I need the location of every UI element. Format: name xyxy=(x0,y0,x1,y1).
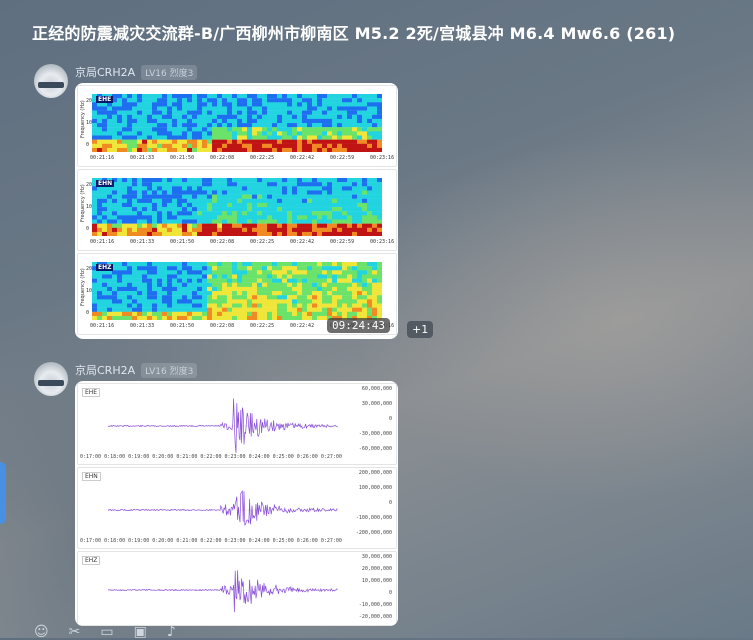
x-tick-label: 00:22:59 xyxy=(330,239,355,245)
seismic-waveform xyxy=(108,398,338,453)
y-tick-label: 60,000,000 xyxy=(361,386,392,392)
y-tick-label: -200,000,000 xyxy=(355,530,392,536)
channel-label: EHZ xyxy=(82,556,101,565)
y-tick-label: 0 xyxy=(388,500,392,506)
spectrogram-panel-ehn: EHN Frequency (Hz) 20 10 0 00:21:16 00:21:33 00… xyxy=(77,169,397,251)
x-tick-label: 00:22:25 xyxy=(250,155,275,161)
x-tick-label: 00:21:16 xyxy=(90,323,115,329)
spectrogram-panel-ehe: EHE Frequency (Hz) 20 10 0 00:21:16 00:21:33 00… xyxy=(77,85,397,167)
y-tick-label: 200,000,000 xyxy=(358,470,392,476)
x-tick-labels: 0:17:00 0:18:00 0:19:00 0:20:00 0:21:00 … xyxy=(80,538,342,544)
sender-name: 京局CRH2A LV16 烈度3 xyxy=(75,64,198,80)
y-tick-label: 30,000,000 xyxy=(361,401,392,407)
y-tick-label: 20,000,000 xyxy=(361,566,392,572)
x-tick-label: 00:22:25 xyxy=(250,239,275,245)
x-tick-label: 00:22:08 xyxy=(210,239,235,245)
y-tick-label: 20 xyxy=(86,266,93,272)
message-timestamp: 09:24:43 xyxy=(327,318,390,333)
sender-name: 京局CRH2A LV16 烈度3 xyxy=(75,362,198,378)
x-tick-label: 00:22:42 xyxy=(290,155,315,161)
spectrogram-heatmap xyxy=(92,94,382,152)
chat-header: 正经的防震减灾交流群-B/广西柳州市柳南区 M5.2 2死/宫城县冲 M6.4 … xyxy=(0,0,753,60)
y-tick-label: 30,000,000 xyxy=(361,554,392,560)
x-tick-label: 00:22:42 xyxy=(290,323,315,329)
x-tick-label: 00:22:59 xyxy=(330,155,355,161)
seismic-waveform xyxy=(108,490,338,526)
x-tick-label: 00:23:16 xyxy=(370,155,395,161)
spectrogram-image[interactable]: EHE Frequency (Hz) 20 10 0 00:21:16 00:21:33 00… xyxy=(75,83,398,339)
y-tick-label: 0 xyxy=(388,590,392,596)
channel-label: EHN xyxy=(82,472,101,481)
spectrogram-heatmap xyxy=(92,178,382,236)
x-tick-label: 00:21:16 xyxy=(90,239,115,245)
seismic-waveform xyxy=(108,570,338,613)
channel-label: EHN xyxy=(96,180,115,187)
x-tick-label: 00:21:50 xyxy=(170,239,195,245)
avatar[interactable] xyxy=(34,362,68,396)
x-tick-label: 00:22:08 xyxy=(210,323,235,329)
y-tick-label: 100,000,000 xyxy=(358,485,392,491)
waveform-panel-ehz: EHZ 30,000,000 20,000,000 10,000,000 0 -10,00… xyxy=(77,551,397,626)
x-tick-label: 00:21:16 xyxy=(90,155,115,161)
x-tick-label: 00:22:42 xyxy=(290,239,315,245)
x-tick-label: 00:21:33 xyxy=(130,155,155,161)
y-tick-label: 10 xyxy=(86,120,93,126)
y-tick-label: 10 xyxy=(86,204,93,210)
sender-label[interactable]: 京局CRH2A xyxy=(75,364,135,377)
window-edge-accent xyxy=(0,462,6,524)
y-tick-label: 10,000,000 xyxy=(361,578,392,584)
channel-label: EHE xyxy=(82,388,101,397)
x-tick-label: 00:22:25 xyxy=(250,323,275,329)
y-tick-label: 10 xyxy=(86,288,93,294)
waveform-panel-ehe: EHE 60,000,000 30,000,000 0 -30,000,000 -60,0… xyxy=(77,383,397,465)
x-tick-label: 00:22:08 xyxy=(210,155,235,161)
chat-title: 正经的防震减灾交流群-B/广西柳州市柳南区 M5.2 2死/宫城县冲 M6.4 … xyxy=(32,24,676,43)
y-tick-label: 0 xyxy=(86,226,90,232)
avatar[interactable] xyxy=(34,64,68,98)
y-tick-label: -30,000,000 xyxy=(358,431,392,437)
waveform-panel-ehn: EHN 200,000,000 100,000,000 0 -100,000,000 -2… xyxy=(77,467,397,549)
channel-label: EHE xyxy=(96,96,114,103)
sender-label[interactable]: 京局CRH2A xyxy=(75,66,135,79)
x-tick-label: 00:21:50 xyxy=(170,323,195,329)
more-images-badge[interactable]: +1 xyxy=(407,321,434,338)
y-tick-label: 0 xyxy=(86,310,90,316)
y-tick-label: -100,000,000 xyxy=(355,515,392,521)
level-badge: LV16 烈度3 xyxy=(141,65,198,80)
x-tick-labels: 0:17:00 0:18:00 0:19:00 0:20:00 0:21:00 … xyxy=(80,454,342,460)
x-tick-label: 00:21:33 xyxy=(130,239,155,245)
y-tick-label: -60,000,000 xyxy=(358,446,392,452)
y-tick-label: 0 xyxy=(86,142,90,148)
waveform-image[interactable]: EHE 60,000,000 30,000,000 0 -30,000,000 -60,0… xyxy=(75,381,398,626)
x-tick-label: 00:21:50 xyxy=(170,155,195,161)
level-badge: LV16 烈度3 xyxy=(141,363,198,378)
channel-label: EHZ xyxy=(96,264,114,271)
x-tick-label: 00:21:33 xyxy=(130,323,155,329)
x-tick-label: 00:23:16 xyxy=(370,239,395,245)
spectrogram-heatmap xyxy=(92,262,382,320)
y-tick-label: 20 xyxy=(86,98,93,104)
y-tick-label: -20,000,000 xyxy=(358,614,392,620)
y-tick-label: -10,000,000 xyxy=(358,602,392,608)
y-tick-label: 0 xyxy=(388,416,392,422)
y-tick-label: 20 xyxy=(86,182,93,188)
